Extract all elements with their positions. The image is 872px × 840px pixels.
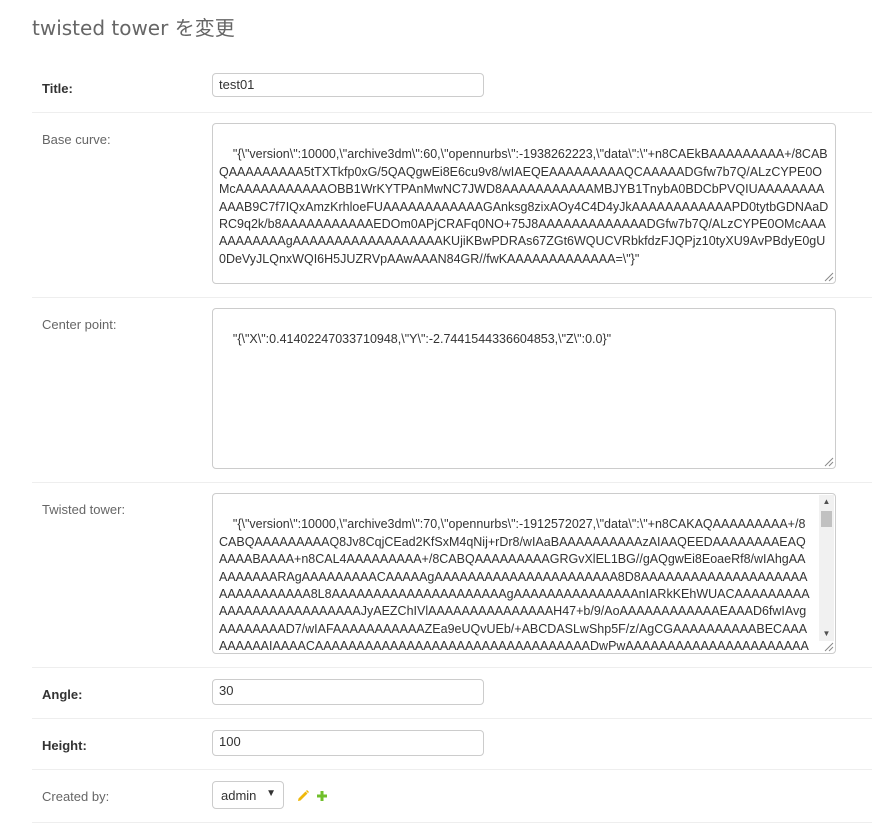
- form-row-center-point: Center point: "{\"X\":0.4140224703371094…: [32, 298, 872, 483]
- angle-input[interactable]: 30: [212, 679, 484, 705]
- base-curve-text: "{\"version\":10000,\"archive3dm\":60,\"…: [219, 147, 829, 266]
- center-point-label: Center point:: [42, 317, 117, 332]
- pencil-icon[interactable]: [296, 789, 310, 803]
- angle-label: Angle:: [42, 687, 83, 702]
- page-title: twisted tower を変更: [32, 16, 235, 40]
- center-point-text: "{\"X\":0.41402247033710948,\"Y\":-2.744…: [232, 332, 612, 347]
- height-label: Height:: [42, 738, 87, 753]
- created-by-label: Created by:: [42, 789, 110, 804]
- vertical-scrollbar[interactable]: ▲ ▼: [819, 495, 834, 641]
- form-row-height: Height: 100: [32, 719, 872, 770]
- scroll-down-icon[interactable]: ▼: [819, 627, 834, 641]
- form-row-angle: Angle: 30: [32, 668, 872, 719]
- chevron-down-icon: ▼: [266, 788, 276, 799]
- scroll-thumb[interactable]: [821, 511, 832, 527]
- created-by-select[interactable]: admin ▼: [212, 781, 284, 809]
- resize-grip-icon[interactable]: [824, 642, 834, 652]
- twisted-tower-text: "{\"version\":10000,\"archive3dm\":70,\"…: [219, 517, 810, 654]
- height-input[interactable]: 100: [212, 730, 484, 756]
- created-by-selected: admin: [221, 788, 257, 803]
- twisted-tower-textarea[interactable]: "{\"version\":10000,\"archive3dm\":70,\"…: [212, 493, 836, 654]
- title-input[interactable]: test01: [212, 73, 484, 97]
- title-label: Title:: [42, 81, 73, 96]
- scroll-up-icon[interactable]: ▲: [819, 495, 834, 509]
- center-point-textarea[interactable]: "{\"X\":0.41402247033710948,\"Y\":-2.744…: [212, 308, 836, 469]
- twisted-tower-label: Twisted tower:: [42, 502, 126, 517]
- plus-icon[interactable]: [315, 789, 329, 803]
- form-row-twisted-tower: Twisted tower: "{\"version\":10000,\"arc…: [32, 483, 872, 668]
- resize-grip-icon[interactable]: [824, 457, 834, 467]
- resize-grip-icon[interactable]: [824, 272, 834, 282]
- form-row-title: Title: test01: [32, 60, 872, 113]
- form-row-base-curve: Base curve: "{\"version\":10000,\"archiv…: [32, 113, 872, 298]
- base-curve-textarea[interactable]: "{\"version\":10000,\"archive3dm\":60,\"…: [212, 123, 836, 284]
- base-curve-label: Base curve:: [42, 132, 111, 147]
- form-row-created-by: Created by: admin ▼: [32, 770, 872, 823]
